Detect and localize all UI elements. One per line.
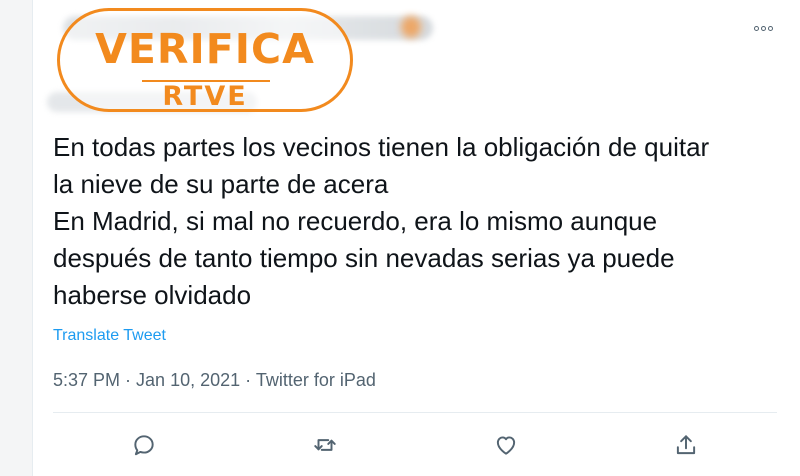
tweet-date[interactable]: Jan 10, 2021: [136, 370, 240, 390]
tweet-line: después de tanto tiempo sin nevadas seri…: [53, 243, 675, 273]
tweet-source[interactable]: Twitter for iPad: [256, 370, 376, 390]
meta-separator: ·: [120, 370, 137, 390]
share-button[interactable]: [671, 430, 701, 460]
translate-tweet-link[interactable]: Translate Tweet: [53, 327, 166, 345]
watermark-brand: VERIFICA: [95, 25, 315, 73]
verifica-rtve-watermark: VERIFICA RTVE: [57, 8, 353, 112]
tweet-text: En todas partes los vecinos tienen la ob…: [53, 129, 783, 314]
tweet-line: haberse olvidado: [53, 280, 252, 310]
more-options-button[interactable]: [748, 18, 778, 38]
tweet-line: En Madrid, si mal no recuerdo, era lo mi…: [53, 206, 658, 236]
more-horizontal-icon: [753, 25, 759, 31]
retweet-button[interactable]: [310, 430, 340, 460]
heart-icon: [496, 436, 516, 455]
divider: [53, 412, 777, 413]
tweet-line: En todas partes los vecinos tienen la ob…: [53, 132, 710, 162]
watermark-sub: RTVE: [162, 81, 248, 112]
retweet-icon: [314, 439, 336, 451]
like-button[interactable]: [491, 430, 521, 460]
tweet-line: la nieve de su parte de acera: [53, 169, 389, 199]
reply-icon: [134, 435, 154, 456]
meta-separator: ·: [240, 370, 256, 390]
action-bar: [33, 420, 800, 470]
tweet-card: VERIFICA RTVE En todas partes los vecino…: [32, 0, 800, 476]
tweet-time[interactable]: 5:37 PM: [53, 370, 120, 390]
tweet-metadata: 5:37 PM · Jan 10, 2021 · Twitter for iPa…: [53, 370, 376, 391]
blurred-avatar: [401, 16, 421, 38]
more-dot: [760, 25, 766, 31]
reply-button[interactable]: [129, 430, 159, 460]
share-icon: [676, 435, 696, 455]
more-dot: [767, 25, 773, 31]
